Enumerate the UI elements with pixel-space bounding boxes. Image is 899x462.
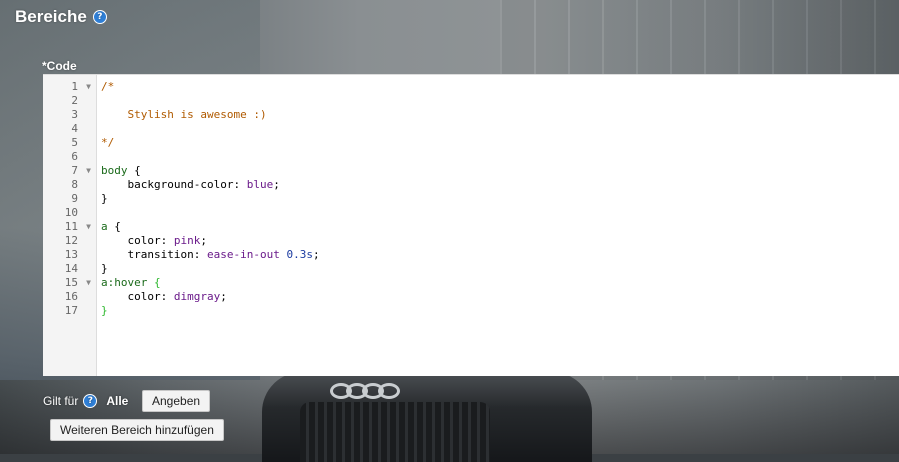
css-semicolon: ; xyxy=(200,234,207,247)
specify-button[interactable]: Angeben xyxy=(142,390,211,412)
css-property: color: xyxy=(101,290,174,303)
line-number: 15 ▼ xyxy=(43,276,96,290)
code-line-15: a:hover { xyxy=(101,276,899,290)
css-property: transition: xyxy=(101,248,207,261)
line-number: 1 ▼ xyxy=(43,80,96,94)
line-number-text: 6 xyxy=(71,150,78,163)
code-line-16: color: dimgray; xyxy=(101,290,899,304)
line-number: 16 xyxy=(43,290,96,304)
code-editor[interactable]: 1 ▼ 2 3 4 5 6 7 ▼ 8 9 10 11 ▼ 12 13 14 15 ▼ 16 17 /* Stylish… xyxy=(43,74,899,376)
code-line-3: Stylish is awesome :) xyxy=(101,108,899,122)
css-semicolon: ; xyxy=(220,290,227,303)
code-line-11: a { xyxy=(101,220,899,234)
line-number: 12 xyxy=(43,234,96,248)
line-number-text: 3 xyxy=(71,108,78,121)
page-title: Bereiche ? xyxy=(15,7,107,27)
line-number-text: 7 xyxy=(71,164,78,177)
code-area[interactable]: /* Stylish is awesome :) */ body { backg… xyxy=(97,75,899,376)
code-line-8: background-color: blue; xyxy=(101,178,899,192)
line-number-text: 5 xyxy=(71,136,78,149)
css-value: ease-in-out xyxy=(206,248,280,261)
line-number-text: 16 xyxy=(64,290,78,303)
line-number: 10 xyxy=(43,206,96,220)
help-icon[interactable]: ? xyxy=(92,10,107,24)
applies-to-value: Alle xyxy=(106,394,129,408)
line-number-text: 10 xyxy=(64,206,78,219)
line-number: 7 ▼ xyxy=(43,164,96,178)
line-number-text: 1 xyxy=(71,80,78,93)
line-number: 14 xyxy=(43,262,96,276)
fold-arrow-icon[interactable]: ▼ xyxy=(86,80,91,94)
line-number: 8 xyxy=(43,178,96,192)
css-semicolon: ; xyxy=(273,178,280,191)
comment-text: Stylish is awesome :) xyxy=(101,108,267,121)
background-car-grille xyxy=(300,402,490,462)
css-semicolon: ; xyxy=(312,248,320,261)
code-line-9: } xyxy=(101,192,899,206)
fold-arrow-icon[interactable]: ▼ xyxy=(86,220,91,234)
css-selector: a xyxy=(101,220,108,233)
code-label: *Code xyxy=(42,59,77,73)
line-number-gutter: 1 ▼ 2 3 4 5 6 7 ▼ 8 9 10 11 ▼ 12 13 14 15 ▼ 16 17 xyxy=(43,75,97,376)
line-number-text: 14 xyxy=(64,262,78,275)
fold-arrow-icon[interactable]: ▼ xyxy=(86,276,91,290)
line-number: 2 xyxy=(43,94,96,108)
line-number-text: 11 xyxy=(64,220,78,233)
css-property: background-color: xyxy=(101,178,247,191)
applies-to-label: Gilt für xyxy=(43,394,79,408)
code-line-5: */ xyxy=(101,136,899,150)
line-number-text: 8 xyxy=(71,178,78,191)
css-brace: } xyxy=(101,304,108,317)
line-number: 6 xyxy=(43,150,96,164)
line-number: 17 xyxy=(43,304,96,318)
css-value: blue xyxy=(246,178,274,191)
css-value: dimgray xyxy=(173,290,221,303)
line-number: 9 xyxy=(43,192,96,206)
help-icon[interactable]: ? xyxy=(83,394,98,408)
page-title-text: Bereiche xyxy=(15,7,87,26)
fold-arrow-icon[interactable]: ▼ xyxy=(86,164,91,178)
css-brace: } xyxy=(101,192,108,205)
line-number-text: 17 xyxy=(64,304,78,317)
applies-to-row: Gilt für ? Alle xyxy=(43,394,128,408)
car-logo xyxy=(330,383,400,407)
css-value: pink xyxy=(173,234,201,247)
code-line-1: /* xyxy=(101,80,899,94)
code-line-14: } xyxy=(101,262,899,276)
css-property: color: xyxy=(101,234,174,247)
line-number: 3 xyxy=(43,108,96,122)
css-selector: body xyxy=(101,164,128,177)
code-line-12: color: pink; xyxy=(101,234,899,248)
css-pseudo-class: :hover xyxy=(107,276,148,289)
code-line-17: } xyxy=(101,304,899,318)
comment-text: */ xyxy=(101,136,115,149)
line-number: 13 xyxy=(43,248,96,262)
line-number-text: 12 xyxy=(64,234,78,247)
line-number-text: 4 xyxy=(71,122,78,135)
comment-text: /* xyxy=(101,80,115,93)
css-brace: { xyxy=(127,164,141,177)
css-brace: } xyxy=(101,262,108,275)
line-number-text: 15 xyxy=(64,276,78,289)
line-number: 11 ▼ xyxy=(43,220,96,234)
line-number: 5 xyxy=(43,136,96,150)
css-selector: a xyxy=(101,276,108,289)
add-section-button[interactable]: Weiteren Bereich hinzufügen xyxy=(50,419,224,441)
css-brace: { xyxy=(107,220,121,233)
line-number-text: 9 xyxy=(71,192,78,205)
line-number-text: 13 xyxy=(64,248,78,261)
line-number: 4 xyxy=(43,122,96,136)
code-line-13: transition: ease-in-out 0.3s; xyxy=(101,248,899,262)
code-line-7: body { xyxy=(101,164,899,178)
css-number: 0.3s xyxy=(279,248,313,261)
css-brace: { xyxy=(147,276,161,289)
line-number-text: 2 xyxy=(71,94,78,107)
